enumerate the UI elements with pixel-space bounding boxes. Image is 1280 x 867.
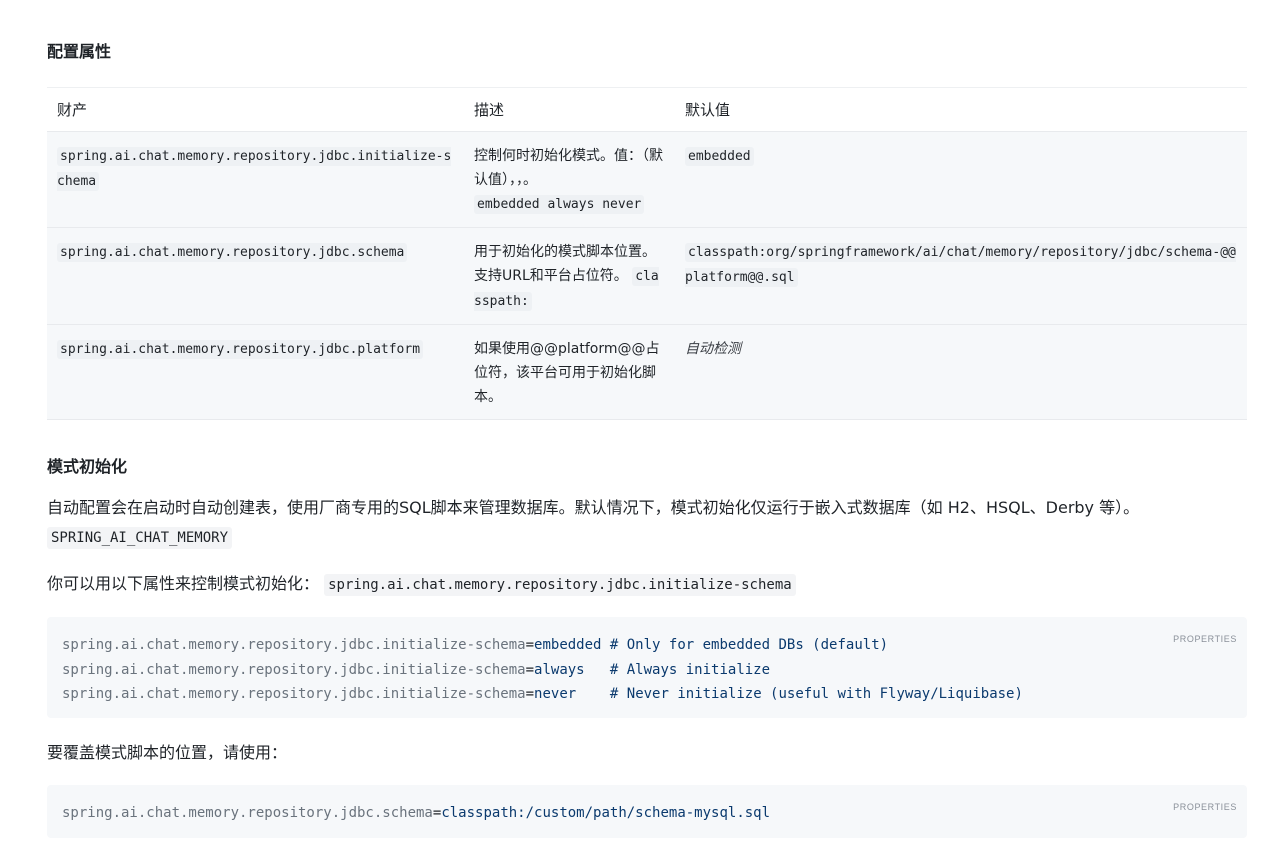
cell-property: spring.ai.chat.memory.repository.jdbc.in… [47,131,464,228]
header-default: 默认值 [675,87,1247,132]
inline-code: SPRING_AI_CHAT_MEMORY [47,527,233,549]
code-line: spring.ai.chat.memory.repository.jdbc.in… [62,682,1232,707]
code-block-schema-location: PROPERTIES spring.ai.chat.memory.reposit… [47,785,1247,838]
cell-default: 自动检测 [675,324,1247,420]
cell-default: embedded [675,131,1247,228]
default-value-auto: 自动检测 [685,341,741,357]
paragraph-override-location: 要覆盖模式脚本的位置，请使用： [47,738,1247,767]
paragraph-text: 要覆盖模式脚本的位置，请使用： [47,743,288,762]
table-row: spring.ai.chat.memory.repository.jdbc.in… [47,131,1247,228]
code-value: embedded [534,637,602,653]
code-comment: # Never initialize (useful with Flyway/L… [576,686,1023,702]
code-key: spring.ai.chat.memory.repository.jdbc.in… [62,661,526,678]
code-eq: = [525,637,535,653]
code-eq: = [525,686,535,702]
property-name: spring.ai.chat.memory.repository.jdbc.pl… [57,340,424,359]
cell-description: 控制何时初始化模式。值：（默认值），，。 embedded always neve… [464,131,675,228]
code-comment: # Always initialize [584,661,771,678]
document-page: 配置属性 财产 描述 默认值 spring.ai.chat.memory.rep… [0,0,1280,867]
code-line: spring.ai.chat.memory.repository.jdbc.in… [62,658,1232,683]
code-eq: = [525,661,535,678]
default-value: embedded [685,147,754,166]
cell-description: 如果使用@@platform@@占位符，该平台可用于初始化脚本。 [464,324,675,420]
table-header-row: 财产 描述 默认值 [47,87,1247,132]
paragraph-text: 自动配置会在启动时自动创建表，使用厂商专用的SQL脚本来管理数据库。默认情况下，… [47,498,1140,517]
cell-default: classpath:org/springframework/ai/chat/me… [675,227,1247,325]
cell-description: 用于初始化的模式脚本位置。支持URL和平台占位符。 classpath: [464,227,675,325]
cell-property: spring.ai.chat.memory.repository.jdbc.pl… [47,324,464,420]
code-value: classpath:/custom/path/schema-mysql.sql [441,805,771,821]
code-block-initialize-schema: PROPERTIES spring.ai.chat.memory.reposit… [47,617,1247,718]
code-language-label: PROPERTIES [1173,802,1237,812]
property-name: spring.ai.chat.memory.repository.jdbc.in… [57,147,452,191]
code-value: always [534,661,585,678]
code-comment: # Only for embedded DBs (default) [601,637,889,653]
paragraph-text: 你可以用以下属性来控制模式初始化： [47,574,320,593]
table-row: spring.ai.chat.memory.repository.jdbc.sc… [47,227,1247,325]
code-value: never [534,686,577,702]
description-text: 控制何时初始化模式。值：（默认值），，。 [474,148,663,188]
section-title-schema-init: 模式初始化 [47,457,128,476]
code-key: spring.ai.chat.memory.repository.jdbc.in… [62,686,526,702]
code-key: spring.ai.chat.memory.repository.jdbc.sc… [62,805,433,821]
table-row: spring.ai.chat.memory.repository.jdbc.pl… [47,324,1247,420]
description-text: 如果使用@@platform@@占位符，该平台可用于初始化脚本。 [474,341,660,405]
section-title-config-properties: 配置属性 [47,42,112,61]
code-key: spring.ai.chat.memory.repository.jdbc.in… [62,637,526,653]
description-text: 用于初始化的模式脚本位置。支持URL和平台占位符。 [474,244,656,284]
code-line: spring.ai.chat.memory.repository.jdbc.sc… [62,801,1232,826]
code-line: spring.ai.chat.memory.repository.jdbc.in… [62,633,1232,658]
header-description: 描述 [464,87,675,132]
paragraph-control-schema: 你可以用以下属性来控制模式初始化： spring.ai.chat.memory.… [47,569,1247,600]
inline-code: spring.ai.chat.memory.repository.jdbc.in… [324,574,796,596]
properties-table: 财产 描述 默认值 spring.ai.chat.memory.reposito… [47,87,1247,420]
cell-property: spring.ai.chat.memory.repository.jdbc.sc… [47,227,464,325]
default-value: classpath:org/springframework/ai/chat/me… [685,243,1236,287]
header-property: 财产 [47,87,464,132]
code-language-label: PROPERTIES [1173,634,1237,644]
paragraph-auto-config: 自动配置会在启动时自动创建表，使用厂商专用的SQL脚本来管理数据库。默认情况下，… [47,493,1247,553]
description-code: embedded always never [474,195,645,214]
property-name: spring.ai.chat.memory.repository.jdbc.sc… [57,243,408,262]
